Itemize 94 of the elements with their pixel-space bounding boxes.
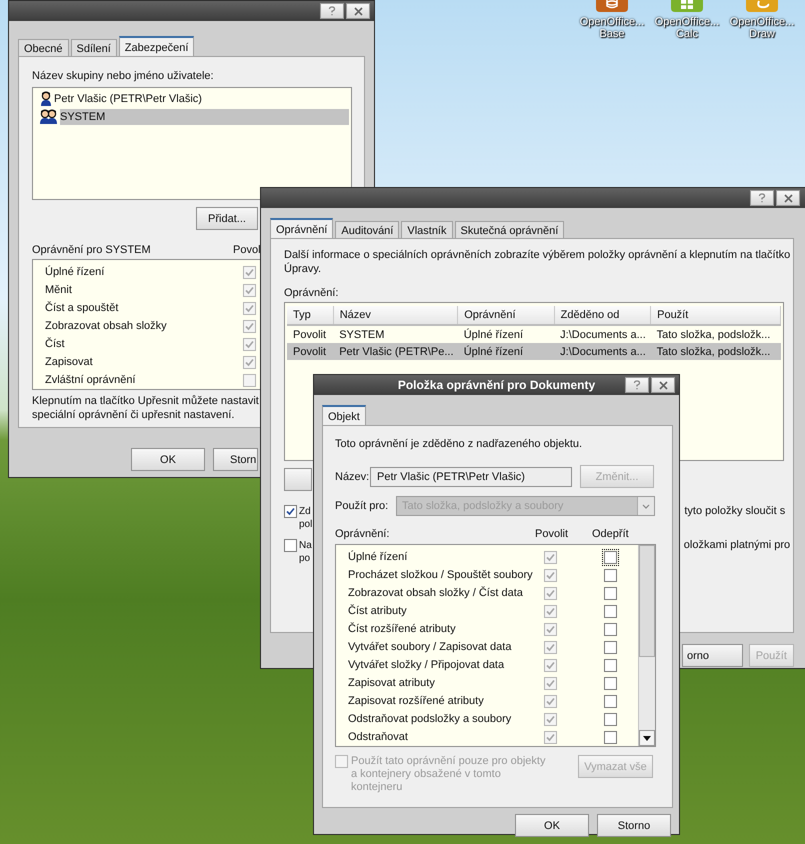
tab[interactable]: Sdílení — [70, 39, 117, 56]
list-item[interactable]: SYSTEM — [60, 109, 349, 125]
tab[interactable]: Vlastník — [401, 221, 452, 238]
permission-name: Měnit — [45, 284, 73, 296]
option-label-end: oložkami platnými pro — [684, 539, 790, 552]
table-cell: Povolit — [287, 343, 334, 360]
help-icon — [633, 380, 641, 390]
table-row[interactable]: Povolit Petr Vlašic (PETR\Pe... Úplné řízení J:\Documents a... Tato složka, podsložk... — [287, 343, 780, 360]
help-icon — [328, 6, 336, 16]
help-icon — [758, 193, 766, 203]
permission-name: Číst atributy — [348, 605, 408, 617]
permission-name: Procházet složkou / Spouštět soubory — [348, 569, 534, 581]
option-checkbox[interactable] — [284, 539, 297, 552]
hint-text: Klepnutím na tlačítko Upřesnit můžete nastavit speciální oprávnění či upřesnit nastavení. — [32, 394, 260, 422]
option-label-start: Na po — [299, 539, 312, 565]
tab[interactable]: Objekt — [322, 405, 366, 425]
field-label: Použít pro: — [335, 500, 390, 512]
table-cell: J:\Documents a... — [554, 325, 651, 343]
column-header: Odepřít — [592, 528, 629, 540]
close-icon — [658, 380, 668, 390]
table-cell: SYSTEM — [333, 325, 458, 343]
permission-name: Úplné řízení — [348, 551, 408, 563]
tab[interactable]: Skutečná oprávnění — [454, 221, 564, 238]
cancel-button[interactable]: orno — [682, 644, 743, 667]
spreadsheet-app-icon[interactable] — [671, 0, 703, 12]
permission-name: Odstraňovat podsložky a soubory — [348, 713, 512, 725]
column-header[interactable]: Typ — [287, 306, 334, 325]
permission-name: Zvláštní oprávnění — [45, 374, 136, 386]
column-header: Povol — [233, 244, 261, 256]
database-app-icon[interactable] — [596, 0, 628, 12]
ok-button[interactable]: OK — [515, 814, 589, 837]
permission-name: Zapisovat atributy — [348, 677, 436, 689]
table-cell: Úplné řízení — [458, 343, 554, 360]
option-label-end: tyto položky sloučit s — [684, 505, 786, 518]
help-button[interactable] — [750, 190, 774, 206]
list-item[interactable]: Petr Vlašic (PETR\Petr Vlašic) — [54, 91, 349, 107]
permission-name: Vytvářet složky / Připojovat data — [348, 659, 506, 671]
close-icon — [354, 6, 362, 16]
table-cell: J:\Documents a... — [554, 343, 651, 360]
permission-name: Číst rozšířené atributy — [348, 623, 457, 635]
cancel-button[interactable]: Storno — [597, 814, 671, 837]
close-icon — [784, 194, 792, 202]
option-label-start: Zd pol — [299, 505, 312, 531]
permission-name: Úplné řízení — [45, 266, 106, 278]
user-icon — [40, 91, 52, 107]
permission-name: Zapisovat rozšířené atributy — [348, 695, 485, 707]
scrollbar[interactable] — [638, 545, 655, 746]
help-button[interactable] — [625, 377, 649, 393]
list-label: Oprávnění: — [335, 528, 390, 540]
list-label: Oprávnění pro SYSTEM — [32, 244, 152, 256]
permission-name: Odstraňovat — [348, 731, 409, 743]
drawing-app-icon[interactable] — [746, 0, 778, 12]
permission-name: Číst — [45, 338, 66, 350]
field-label: Název: — [335, 470, 370, 482]
checkbox-label: Použít tato oprávnění pouze pro objekty a kontejnery obsažené v tomto kontejneru — [351, 755, 546, 794]
table-cell: Úplné řízení — [458, 325, 554, 343]
close-button[interactable] — [651, 377, 675, 393]
column-header[interactable]: Použít — [650, 306, 780, 325]
ok-button[interactable]: OK — [131, 448, 205, 471]
close-button[interactable] — [776, 190, 800, 206]
close-button[interactable] — [346, 3, 370, 19]
permission-name: Zobrazovat obsah složky / Číst data — [348, 587, 524, 599]
dialog-title: Položka oprávnění pro Dokumenty — [396, 378, 596, 392]
cancel-button[interactable]: Storn — [213, 448, 258, 471]
table-cell: Tato složka, podsložk... — [650, 325, 780, 343]
column-header[interactable]: Oprávnění — [458, 306, 554, 325]
help-button[interactable] — [320, 3, 344, 19]
column-header: Povolit — [535, 528, 570, 540]
table-cell: Povolit — [287, 325, 334, 343]
list-label: Oprávnění: — [284, 287, 340, 299]
table-cell: Petr Vlašic (PETR\Pe... — [333, 343, 458, 360]
table-row[interactable]: Povolit SYSTEM Úplné řízení J:\Documents a... Tato složka, podsložk... — [287, 325, 780, 343]
permission-name: Číst a spouštět — [45, 302, 120, 314]
chevron-down-icon — [637, 497, 654, 515]
tab[interactable]: Obecné — [18, 39, 69, 56]
column-header[interactable]: Název — [333, 306, 458, 325]
scroll-thumb[interactable] — [639, 545, 655, 656]
option-checkbox[interactable] — [284, 505, 297, 518]
list-label: Název skupiny nebo jméno uživatele: — [32, 70, 215, 82]
permission-name: Zapisovat — [45, 356, 94, 368]
users-icon — [40, 109, 58, 125]
permission-name: Vytvářet soubory / Zapisovat data — [348, 641, 512, 653]
tab[interactable]: Oprávnění — [270, 218, 334, 238]
add-button[interactable]: Přidat... — [196, 207, 258, 230]
table-cell: Tato složka, podsložk... — [650, 343, 780, 360]
scroll-down-icon[interactable] — [639, 730, 655, 746]
permission-name: Zobrazovat obsah složky — [45, 320, 168, 332]
tab[interactable]: Zabezpečení — [118, 36, 194, 56]
name-field[interactable]: Petr Vlašic (PETR\Petr Vlašic) — [370, 466, 572, 486]
inherited-note: Toto oprávnění je zděděno z nadřazeného objektu. — [335, 438, 584, 450]
description-text: Další informace o speciálních oprávněních zobrazíte výběrem položky oprávnění a klepnutím na tlačítko Úpravy. — [284, 248, 792, 276]
tab[interactable]: Auditování — [335, 221, 400, 238]
column-header[interactable]: Zděděno od — [554, 306, 651, 325]
covered-button[interactable] — [284, 468, 312, 491]
